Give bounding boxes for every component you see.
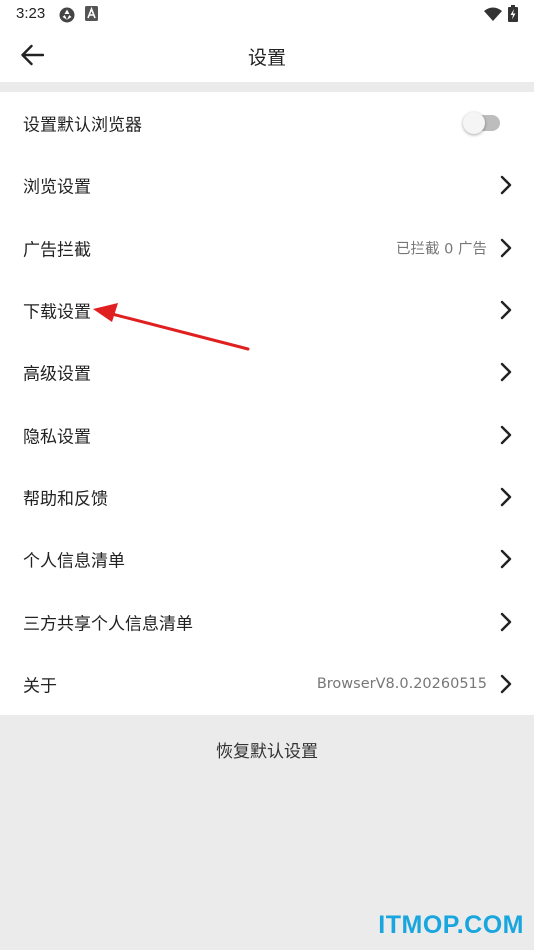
chevron-right-icon bbox=[500, 300, 512, 320]
a-box-icon bbox=[85, 6, 98, 25]
setting-label: 帮助和反馈 bbox=[23, 489, 108, 510]
setting-label: 设置默认浏览器 bbox=[23, 115, 142, 136]
status-bar: 3:23 bbox=[0, 0, 534, 28]
app-version: BrowserV8.0.20260515 bbox=[316, 675, 487, 692]
setting-label: 个人信息清单 bbox=[23, 551, 125, 572]
toggle-knob bbox=[463, 112, 485, 135]
setting-third-party-info-list[interactable]: 三方共享个人信息清单 bbox=[0, 590, 534, 652]
sync-icon bbox=[58, 6, 76, 28]
setting-label: 关于 bbox=[23, 676, 57, 697]
chevron-right-icon bbox=[500, 176, 512, 195]
app-bar: 设置 bbox=[0, 28, 534, 82]
setting-help-feedback[interactable]: 帮助和反馈 bbox=[0, 466, 534, 528]
setting-label: 下载设置 bbox=[23, 302, 91, 323]
default-browser-toggle[interactable] bbox=[463, 112, 500, 135]
ad-block-count: 已拦截 0 广告 bbox=[396, 241, 487, 258]
setting-advanced-settings[interactable]: 高级设置 bbox=[0, 341, 534, 403]
setting-label: 广告拦截 bbox=[23, 240, 91, 261]
setting-download-settings[interactable]: 下载设置 bbox=[0, 279, 534, 341]
chevron-right-icon bbox=[500, 425, 512, 444]
setting-privacy-settings[interactable]: 隐私设置 bbox=[0, 403, 534, 465]
settings-list: 设置默认浏览器 浏览设置 广告拦截 已拦截 0 广告 下载设置 高级设置 隐私设… bbox=[0, 92, 534, 715]
setting-default-browser[interactable]: 设置默认浏览器 bbox=[0, 92, 534, 154]
chevron-right-icon bbox=[500, 612, 512, 631]
status-time: 3:23 bbox=[16, 5, 46, 22]
reset-defaults-button[interactable]: 恢复默认设置 bbox=[0, 737, 534, 762]
page-title: 设置 bbox=[247, 47, 286, 69]
setting-label: 浏览设置 bbox=[23, 177, 91, 198]
chevron-right-icon bbox=[500, 487, 512, 507]
setting-personal-info-list[interactable]: 个人信息清单 bbox=[0, 528, 534, 590]
watermark-logo: ITMOP.COM bbox=[378, 911, 524, 939]
wifi-icon bbox=[484, 6, 502, 25]
setting-browse-settings[interactable]: 浏览设置 bbox=[0, 154, 534, 216]
chevron-right-icon bbox=[500, 674, 512, 694]
setting-label: 高级设置 bbox=[23, 364, 91, 385]
chevron-right-icon bbox=[500, 550, 512, 569]
setting-ad-block[interactable]: 广告拦截 已拦截 0 广告 bbox=[0, 217, 534, 279]
setting-about[interactable]: 关于 BrowserV8.0.20260515 bbox=[0, 653, 534, 715]
section-divider bbox=[0, 82, 534, 92]
chevron-right-icon bbox=[500, 363, 512, 382]
battery-charging-icon bbox=[508, 5, 518, 26]
setting-label: 隐私设置 bbox=[23, 427, 91, 448]
chevron-right-icon bbox=[500, 238, 512, 257]
setting-label: 三方共享个人信息清单 bbox=[23, 614, 193, 635]
